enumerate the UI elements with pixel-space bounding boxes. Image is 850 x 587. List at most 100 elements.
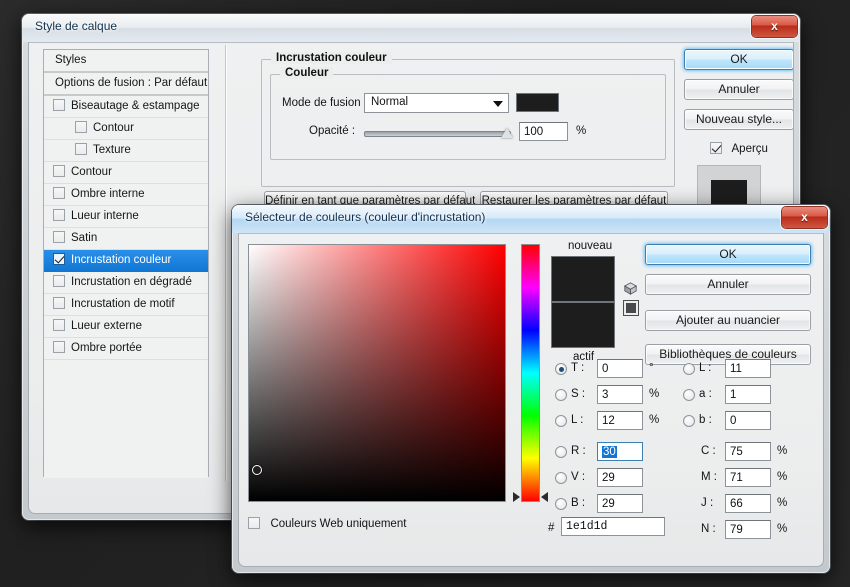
channel-label-J: J : (701, 497, 714, 509)
style-item-checkbox[interactable] (53, 164, 65, 177)
style-list-item[interactable]: Incrustation couleur (44, 250, 208, 272)
color-picker-titlebar[interactable]: Sélecteur de couleurs (couleur d'incrust… (232, 205, 830, 233)
preview-checkbox[interactable] (710, 141, 723, 154)
style-list-item[interactable]: Styles (44, 50, 208, 73)
channel-radio-b[interactable] (683, 415, 695, 427)
channel-input-N[interactable]: 79 (725, 520, 771, 539)
layer-style-title: Style de calque (35, 19, 118, 33)
channel-radio-L[interactable] (555, 415, 567, 427)
style-list-item[interactable]: Incrustation de motif (44, 294, 208, 316)
web-safe-alert-icon[interactable] (623, 300, 639, 316)
channel-unit-N: % (777, 523, 788, 535)
style-item-checkbox[interactable] (53, 230, 65, 243)
current-color-swatch[interactable] (551, 302, 615, 348)
sv-cursor[interactable] (251, 465, 262, 476)
channel-label-L: L : (699, 362, 712, 374)
style-list-item[interactable]: Ombre interne (44, 184, 208, 206)
layer-style-titlebar[interactable]: Style de calque x (22, 14, 800, 42)
channel-radio-L[interactable] (683, 363, 695, 375)
style-item-checkbox[interactable] (53, 252, 65, 265)
cancel-button[interactable]: Annuler (684, 79, 793, 100)
channel-input-S[interactable]: 3 (597, 385, 643, 404)
ok-button[interactable]: OK (684, 49, 793, 70)
channel-radio-V[interactable] (555, 472, 567, 484)
style-list-item[interactable]: Lueur interne (44, 206, 208, 228)
channel-input-C[interactable]: 75 (725, 442, 771, 461)
channel-input-L[interactable]: 11 (725, 359, 771, 378)
close-icon[interactable]: x (752, 16, 797, 37)
picker-cancel-button[interactable]: Annuler (645, 274, 811, 295)
add-to-swatches-button[interactable]: Ajouter au nuancier (645, 310, 811, 331)
hue-slider-thumb-left[interactable] (513, 492, 520, 502)
channel-input-M[interactable]: 71 (725, 468, 771, 487)
web-colors-only-checkbox[interactable] (248, 516, 260, 529)
channel-input-b[interactable]: 0 (725, 411, 771, 430)
style-item-label: Incrustation couleur (71, 254, 172, 266)
style-list-empty-area (44, 360, 208, 478)
channel-input-a[interactable]: 1 (725, 385, 771, 404)
opacity-slider-track[interactable] (364, 128, 513, 138)
opacity-slider-thumb[interactable] (501, 128, 513, 138)
style-list-item[interactable]: Lueur externe (44, 316, 208, 338)
color-subgroup-title: Couleur (280, 67, 334, 79)
channel-radio-R[interactable] (555, 446, 567, 458)
channel-input-J[interactable]: 66 (725, 494, 771, 513)
style-item-checkbox[interactable] (53, 340, 65, 353)
picker-ok-button[interactable]: OK (645, 244, 811, 265)
channel-input-R[interactable]: 30 (597, 442, 643, 461)
blend-mode-value: Normal (371, 96, 409, 108)
style-list-item[interactable]: Contour (44, 162, 208, 184)
layer-style-action-buttons: OK Annuler Nouveau style... Aperçu (684, 49, 793, 229)
style-list-item[interactable]: Texture (44, 140, 208, 162)
style-item-checkbox[interactable] (53, 296, 65, 309)
channel-radio-S[interactable] (555, 389, 567, 401)
close-icon[interactable]: x (782, 207, 827, 228)
channel-label-C: C : (701, 445, 716, 457)
style-list-item[interactable]: Ombre portée (44, 338, 208, 360)
style-item-checkbox[interactable] (53, 318, 65, 331)
preview-toggle[interactable]: Aperçu (684, 139, 793, 157)
style-list-item[interactable]: Options de fusion : Par défaut (44, 73, 208, 96)
blend-mode-select[interactable]: Normal (364, 93, 509, 113)
new-style-button[interactable]: Nouveau style... (684, 109, 793, 130)
channel-radio-T[interactable] (555, 363, 567, 375)
style-item-checkbox[interactable] (53, 186, 65, 199)
opacity-input[interactable]: 100 (519, 122, 568, 141)
style-list-item[interactable]: Contour (44, 118, 208, 140)
style-list[interactable]: Styles Options de fusion : Par défaut Bise… (43, 49, 209, 478)
style-list-item[interactable]: Biseautage & estampage (44, 96, 208, 118)
hue-slider[interactable] (521, 244, 540, 502)
style-item-checkbox[interactable] (53, 98, 65, 111)
channel-label-a: a : (699, 388, 712, 400)
out-of-gamut-icon[interactable] (624, 282, 637, 295)
channel-unit-J: % (777, 497, 788, 509)
channel-input-L[interactable]: 12 (597, 411, 643, 430)
hex-input[interactable]: 1e1d1d (561, 517, 665, 536)
channel-radio-a[interactable] (683, 389, 695, 401)
panel-divider (225, 45, 227, 481)
channel-radio-B[interactable] (555, 498, 567, 510)
channel-label-N: N : (701, 523, 716, 535)
style-item-label: Contour (93, 122, 134, 134)
style-item-label: Incrustation de motif (71, 298, 175, 310)
blend-mode-label: Mode de fusion : (282, 97, 368, 109)
channel-input-B[interactable]: 29 (597, 494, 643, 513)
overlay-color-swatch[interactable] (516, 93, 559, 112)
style-item-checkbox[interactable] (75, 120, 87, 133)
web-colors-only-toggle[interactable]: Couleurs Web uniquement (248, 514, 406, 532)
channel-input-T[interactable]: 0 (597, 359, 643, 378)
channel-unit-C: % (777, 445, 788, 457)
style-list-item[interactable]: Incrustation en dégradé (44, 272, 208, 294)
hue-slider-thumb-right[interactable] (541, 492, 548, 502)
style-item-label: Contour (71, 166, 112, 178)
hex-prefix-label: # (548, 522, 555, 534)
style-list-item[interactable]: Satin (44, 228, 208, 250)
style-item-checkbox[interactable] (53, 208, 65, 221)
channel-input-V[interactable]: 29 (597, 468, 643, 487)
saturation-value-field[interactable] (248, 244, 506, 502)
style-item-checkbox[interactable] (53, 274, 65, 287)
style-item-checkbox[interactable] (75, 142, 87, 155)
new-color-swatch (551, 256, 615, 302)
chevron-down-icon[interactable] (493, 101, 503, 107)
opacity-unit: % (576, 125, 587, 137)
